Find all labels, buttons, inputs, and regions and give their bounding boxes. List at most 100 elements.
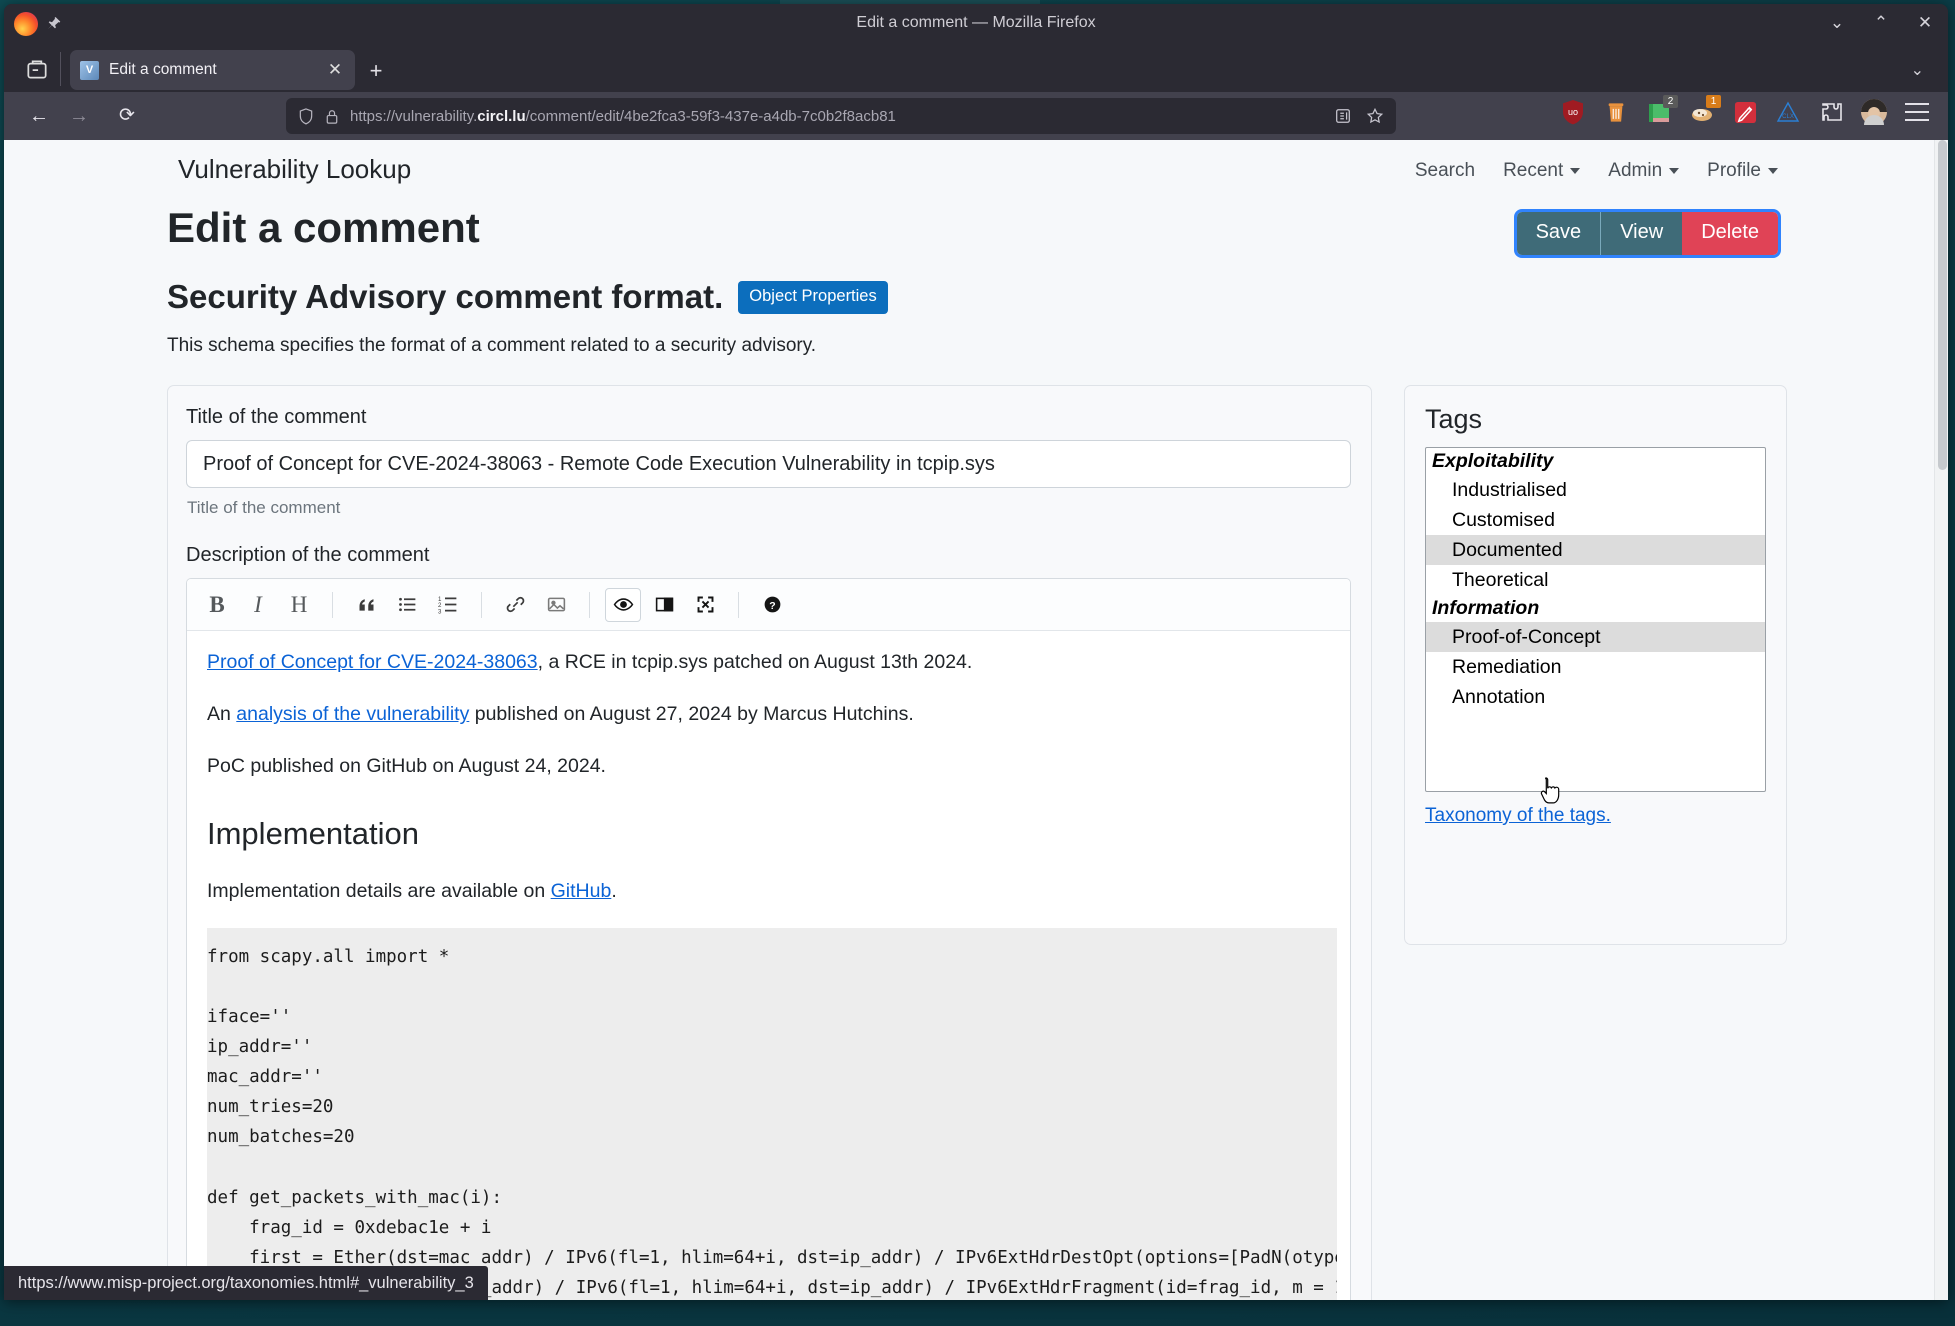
schema-title: Security Advisory comment format. Object… (167, 278, 888, 316)
url-host: circl.lu (477, 107, 526, 125)
back-button[interactable]: ← (26, 103, 52, 129)
forward-button[interactable]: → (66, 103, 92, 129)
reload-button[interactable]: ⟳ (114, 103, 140, 129)
schema-description: This schema specifies the format of a co… (167, 335, 817, 356)
preview-text: An (207, 703, 237, 726)
title-input[interactable] (186, 440, 1351, 488)
image-icon[interactable] (538, 588, 574, 622)
list-all-tabs-icon[interactable] (24, 56, 50, 82)
browser-tab[interactable]: V Edit a comment ✕ (70, 50, 355, 90)
tag-option-customised[interactable]: Customised (1426, 505, 1765, 535)
preview-paragraph-1: Proof of Concept for CVE-2024-38063, a R… (207, 647, 1330, 677)
schema-title-text: Security Advisory comment format. (167, 278, 724, 315)
fullscreen-icon[interactable] (687, 588, 723, 622)
nav-label: Recent (1503, 160, 1564, 181)
svg-text:uo: uo (1568, 107, 1578, 117)
url-text: https://vulnerability.circl.lu/comment/e… (350, 108, 1324, 125)
quote-icon[interactable] (348, 588, 384, 622)
tag-group-information: Information (1432, 597, 1540, 619)
app-menu-button[interactable] (1904, 99, 1930, 125)
preview-paragraph-4: Implementation details are available on … (207, 876, 1330, 906)
tab-list-chevron-icon[interactable]: ⌄ (1911, 60, 1924, 80)
preview-paragraph-3: PoC published on GitHub on August 24, 20… (207, 755, 606, 778)
reader-view-icon[interactable] (1334, 107, 1352, 125)
title-field-label: Title of the comment (186, 406, 367, 428)
tag-group-exploitability: Exploitability (1432, 450, 1554, 472)
side-by-side-icon[interactable] (646, 588, 682, 622)
help-icon[interactable]: ? (754, 588, 790, 622)
unordered-list-icon[interactable] (389, 588, 425, 622)
chevron-down-icon (1669, 168, 1680, 174)
italic-icon[interactable]: I (240, 588, 276, 622)
toolbar-divider (589, 591, 590, 618)
view-button[interactable]: View (1600, 212, 1683, 255)
tags-listbox[interactable]: Exploitability Industrialised Customised… (1425, 447, 1766, 792)
preview-eye-icon[interactable] (605, 587, 641, 622)
tag-option-proof-of-concept[interactable]: Proof-of-Concept (1426, 622, 1765, 652)
url-bar[interactable]: https://vulnerability.circl.lu/comment/e… (286, 98, 1396, 134)
lock-icon[interactable] (324, 108, 340, 125)
green-chart-icon[interactable]: 2 (1646, 95, 1678, 125)
nav-item-profile[interactable]: Profile (1707, 160, 1778, 182)
taxonomy-link[interactable]: Taxonomy of the tags. (1425, 805, 1611, 827)
page-title: Edit a comment (167, 204, 480, 251)
nav-item-search[interactable]: Search (1415, 160, 1475, 182)
markdown-preview: Proof of Concept for CVE-2024-38063, a R… (187, 631, 1350, 1300)
tab-favicon-icon: V (80, 60, 99, 80)
trash-icon[interactable] (1603, 99, 1629, 125)
minimize-button[interactable]: ⌄ (1826, 12, 1848, 34)
page-scrollbar[interactable] (1934, 140, 1948, 1300)
toolbar-divider (332, 591, 333, 618)
url-scheme: https://vulnerability. (350, 107, 478, 125)
extension-badge: 2 (1663, 95, 1678, 108)
close-window-button[interactable]: ✕ (1914, 12, 1936, 34)
link-icon[interactable] (497, 588, 533, 622)
analysis-link[interactable]: analysis of the vulnerability (236, 703, 469, 725)
ublock-origin-icon[interactable]: uo (1560, 99, 1586, 125)
shield-icon[interactable] (298, 107, 314, 125)
puzzle-piece-icon[interactable] (1818, 99, 1844, 125)
nav-item-admin[interactable]: Admin (1608, 160, 1680, 182)
svg-text:3: 3 (438, 608, 442, 615)
cookie-icon[interactable]: 1 (1689, 95, 1721, 125)
tag-option-remediation[interactable]: Remediation (1426, 652, 1765, 682)
object-properties-badge[interactable]: Object Properties (738, 280, 888, 314)
preview-text: Implementation details are available on (207, 879, 551, 902)
cve-poc-link[interactable]: Proof of Concept for CVE-2024-38063 (207, 651, 538, 673)
code-block: from scapy.all import * iface='' ip_addr… (207, 927, 1337, 1300)
tab-strip: V Edit a comment ✕ + ⌄ (4, 46, 1948, 92)
save-button[interactable]: Save (1516, 212, 1601, 255)
close-tab-icon[interactable]: ✕ (325, 60, 345, 80)
tag-option-documented[interactable]: Documented (1426, 535, 1765, 565)
svg-text:?: ? (769, 600, 775, 612)
scrollbar-thumb[interactable] (1938, 140, 1947, 470)
site-brand[interactable]: Vulnerability Lookup (178, 154, 411, 185)
window-titlebar: Edit a comment — Mozilla Firefox ⌄ ⌃ ✕ (4, 4, 1948, 46)
account-avatar-icon[interactable] (1861, 99, 1887, 125)
tab-title: Edit a comment (109, 61, 217, 78)
bold-icon[interactable]: B (199, 588, 235, 622)
tag-option-annotation[interactable]: Annotation (1426, 682, 1765, 712)
markdown-editor: B I H 123 ? Proof of Concept for CVE-202… (186, 578, 1351, 1300)
preview-text: . (611, 879, 617, 902)
github-link[interactable]: GitHub (551, 880, 612, 902)
navigation-toolbar: ← → ⟳ https://vulnerability.circl.lu/com… (4, 92, 1948, 140)
ordered-list-icon[interactable]: 123 (430, 588, 466, 622)
maximize-button[interactable]: ⌃ (1870, 12, 1892, 34)
window-controls: ⌄ ⌃ ✕ (1826, 12, 1936, 34)
triangle-alert-icon[interactable]: CLX (1775, 99, 1801, 125)
bookmark-star-icon[interactable] (1366, 107, 1384, 125)
tag-option-industrialised[interactable]: Industrialised (1426, 475, 1765, 505)
extension-badge: 1 (1706, 95, 1721, 108)
window-title: Edit a comment — Mozilla Firefox (856, 14, 1096, 31)
status-bar-link-preview: https://www.misp-project.org/taxonomies.… (4, 1266, 488, 1300)
nav-label: Admin (1608, 160, 1663, 181)
new-tab-button[interactable]: + (364, 58, 388, 84)
heading-icon[interactable]: H (281, 588, 317, 622)
tag-option-theoretical[interactable]: Theoretical (1426, 565, 1765, 595)
svg-text:CLX: CLX (1782, 114, 1794, 120)
extensions-toolbar: uo 2 1 CLX (1560, 95, 1930, 125)
delete-button[interactable]: Delete (1682, 212, 1778, 255)
magic-wand-icon[interactable] (1732, 99, 1758, 125)
nav-item-recent[interactable]: Recent (1503, 160, 1581, 182)
